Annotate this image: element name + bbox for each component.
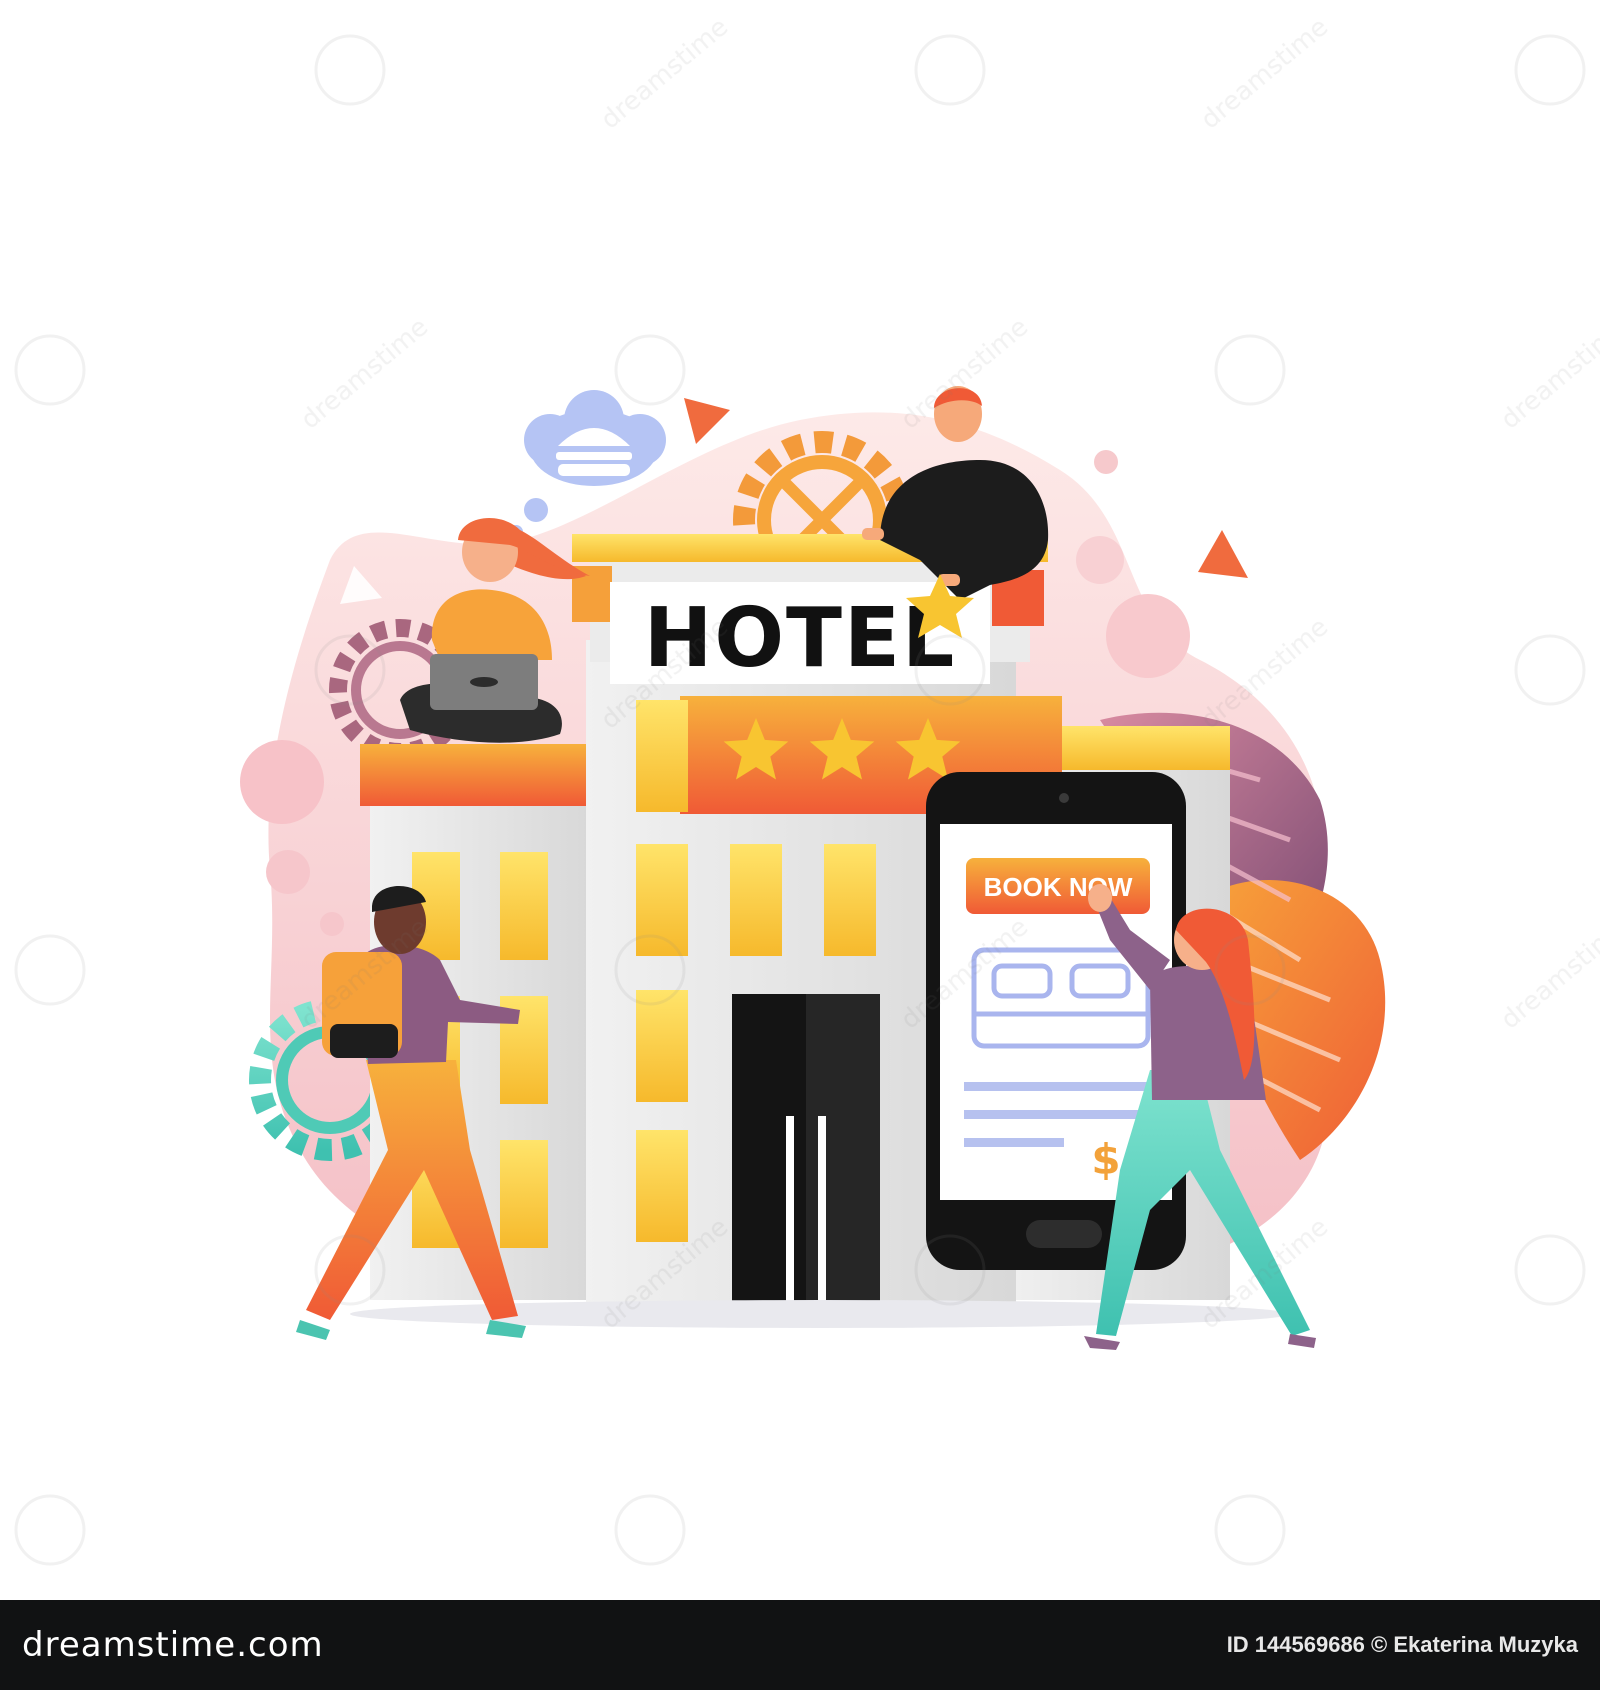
svg-text:dreamstime: dreamstime [1495, 912, 1600, 1035]
left-wing-roof [360, 744, 600, 806]
watermark-icon [1214, 334, 1286, 406]
watermark-icon [1514, 34, 1586, 106]
hotel-door [732, 994, 880, 1304]
hotel-booking-illustration: HOTEL BOOK NOW $ dreamstime dreamstime d… [14, 12, 1600, 1566]
watermark-icon [14, 1494, 86, 1566]
orange-triangle [1198, 530, 1248, 578]
pink-bubble [1094, 450, 1118, 474]
image-credit: ID 144569686 © Ekaterina Muzyka [1226, 1632, 1578, 1657]
footer-bar: dreamstime.com ID 144569686 © Ekaterina … [0, 1600, 1600, 1690]
pink-bubble [320, 912, 344, 936]
footer-logo[interactable]: dreamstime.com [22, 1625, 324, 1665]
watermark-icon [1214, 1494, 1286, 1566]
watermark-icon [314, 34, 386, 106]
svg-text:dreamstime: dreamstime [1495, 312, 1600, 435]
pink-bubble [266, 850, 310, 894]
price-icon: $ [1091, 1135, 1120, 1184]
phone-camera [1059, 793, 1069, 803]
svg-text:dreamstime: dreamstime [595, 12, 734, 135]
orange-triangle [684, 398, 730, 444]
watermark-icon [1514, 634, 1586, 706]
watermark-icon [14, 334, 86, 406]
watermark-icon [1514, 1234, 1586, 1306]
watermark-icon [614, 334, 686, 406]
pink-bubble [1106, 594, 1190, 678]
pink-bubble [1076, 536, 1124, 584]
watermark-icon [914, 34, 986, 106]
svg-text:dreamstime: dreamstime [295, 312, 434, 435]
phone-home-button [1026, 1220, 1102, 1248]
watermark-icon [614, 1494, 686, 1566]
watermark-icon [14, 934, 86, 1006]
pink-bubble [240, 740, 324, 824]
svg-text:dreamstime: dreamstime [1195, 12, 1334, 135]
